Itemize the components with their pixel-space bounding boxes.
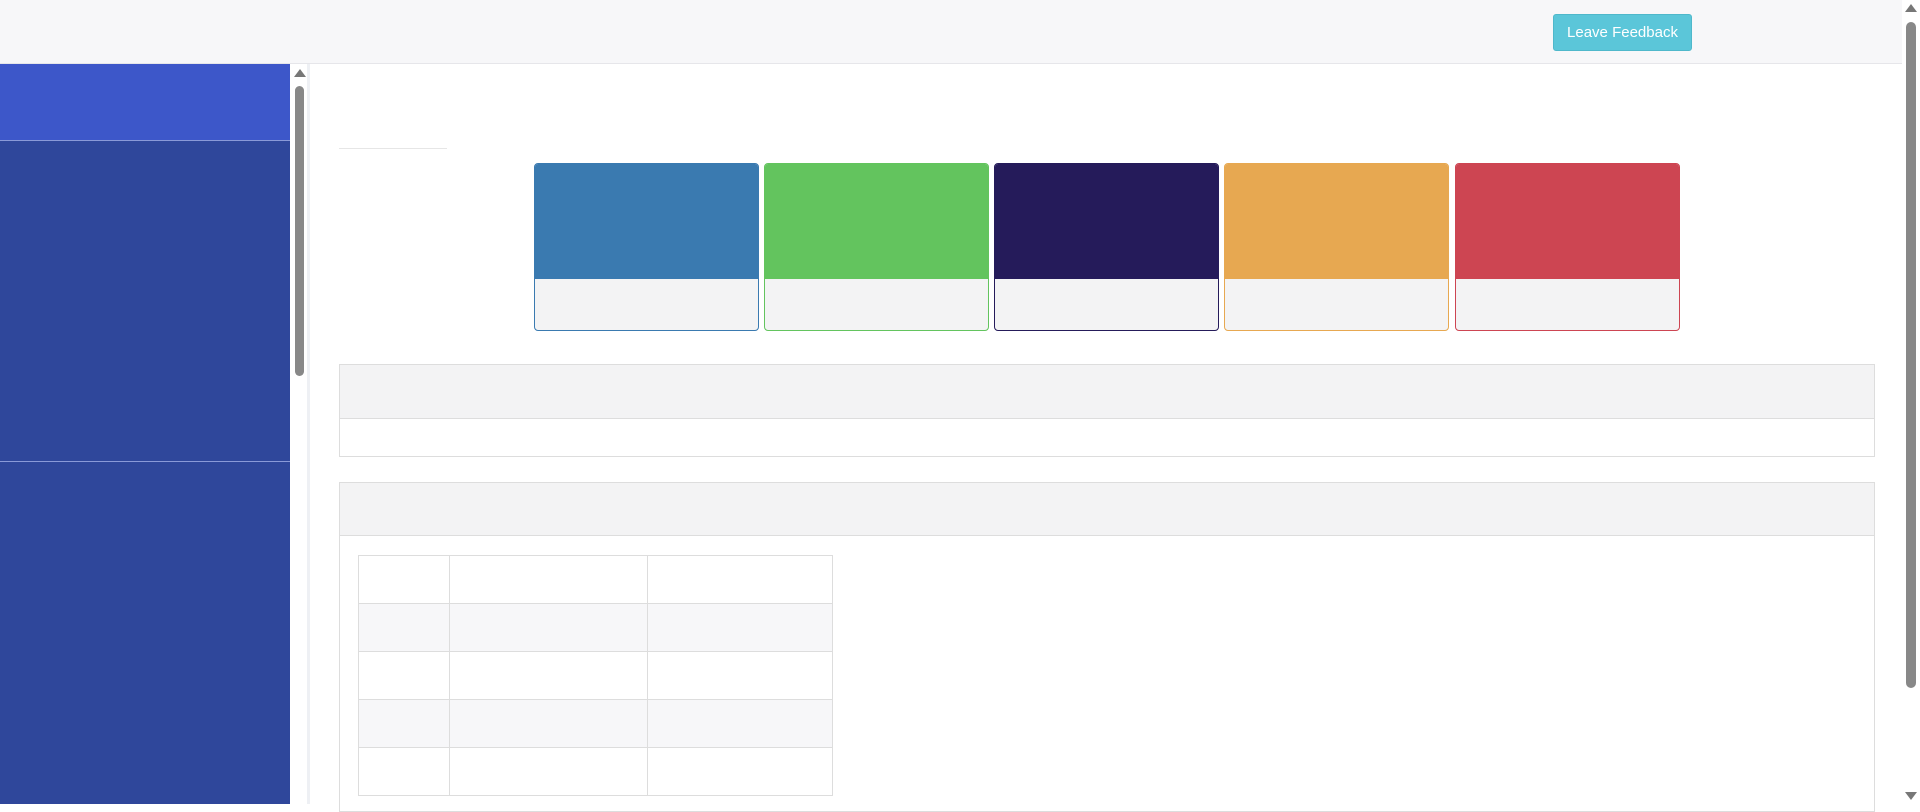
stat-card[interactable] <box>764 163 989 331</box>
scroll-down-icon[interactable] <box>1905 792 1917 800</box>
table-row <box>358 603 833 652</box>
scrollbar-thumb[interactable] <box>1906 22 1916 688</box>
sidebar-section[interactable] <box>0 462 290 762</box>
stat-card[interactable] <box>994 163 1219 331</box>
stat-card[interactable] <box>1224 163 1449 331</box>
sidebar-scrollbar[interactable] <box>290 64 310 804</box>
table-row <box>358 747 833 796</box>
panel-header <box>340 483 1874 536</box>
table-row <box>358 651 833 700</box>
scroll-up-icon[interactable] <box>294 69 306 77</box>
sidebar-section[interactable] <box>0 141 290 462</box>
leave-feedback-button[interactable]: Leave Feedback <box>1553 14 1692 51</box>
sidebar-item-active[interactable] <box>0 64 290 141</box>
scroll-up-icon[interactable] <box>1905 4 1917 12</box>
stat-card-header <box>535 164 758 279</box>
stat-card-header <box>765 164 988 279</box>
stat-card-header <box>1456 164 1679 279</box>
stat-card-header <box>1225 164 1448 279</box>
panel <box>339 364 1875 457</box>
stat-card[interactable] <box>534 163 759 331</box>
stat-card[interactable] <box>1455 163 1680 331</box>
stat-card-header <box>995 164 1218 279</box>
panel-header <box>340 365 1874 419</box>
scrollbar-thumb[interactable] <box>295 86 304 376</box>
page-scrollbar[interactable] <box>1902 0 1920 804</box>
divider <box>339 148 447 149</box>
table-header-row <box>358 555 833 604</box>
top-bar: Leave Feedback <box>0 0 1902 64</box>
sidebar <box>0 64 290 804</box>
table-row <box>358 699 833 748</box>
data-table <box>358 555 833 796</box>
